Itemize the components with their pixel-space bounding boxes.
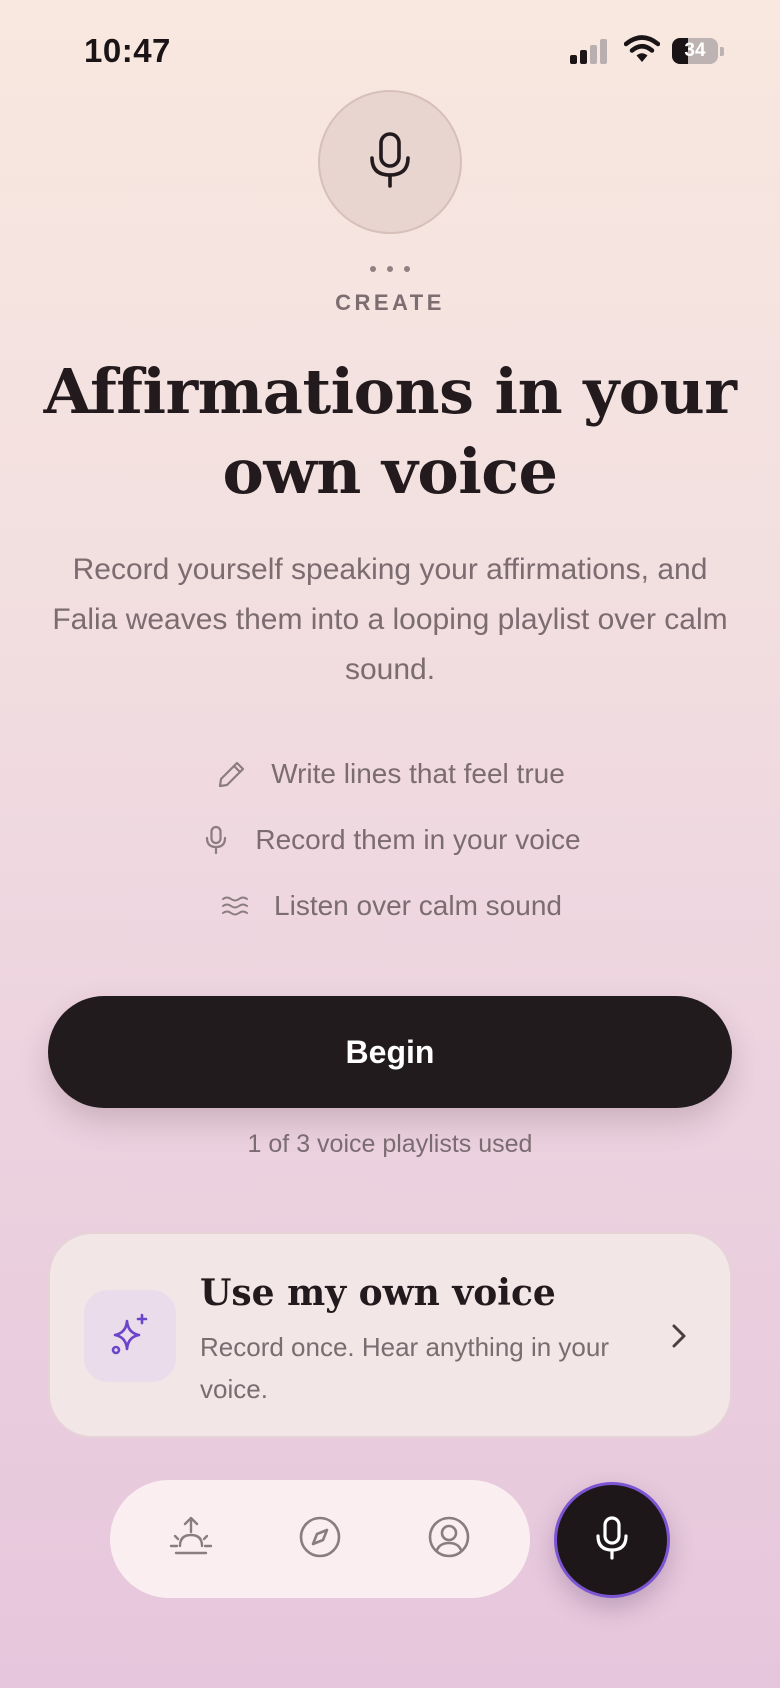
- compass-icon: [297, 1514, 343, 1565]
- feature-item-record: Record them in your voice: [0, 818, 780, 862]
- status-bar: 10:47 34: [0, 0, 780, 100]
- cellular-signal-icon: [570, 38, 610, 64]
- card-title: Use my own voice: [200, 1272, 556, 1314]
- status-time: 10:47: [84, 32, 171, 69]
- loading-dots: [370, 266, 410, 274]
- feature-item-write: Write lines that feel true: [0, 752, 780, 796]
- sparkles-badge: [84, 1290, 176, 1382]
- feature-label: Record them in your voice: [255, 824, 581, 855]
- battery-level: 34: [684, 40, 706, 61]
- card-subtitle: Record once. Hear anything in your voice…: [200, 1332, 610, 1404]
- microphone-icon: [594, 1515, 630, 1566]
- feature-item-listen: Listen over calm sound: [0, 884, 780, 928]
- chevron-right-icon: [664, 1316, 694, 1356]
- feature-label: Write lines that feel true: [271, 758, 565, 789]
- section-eyebrow: CREATE: [335, 290, 445, 315]
- microphone-icon: [366, 131, 414, 194]
- tab-home[interactable]: [162, 1510, 220, 1568]
- begin-button[interactable]: Begin: [48, 996, 732, 1108]
- bottom-tab-bar: [110, 1480, 530, 1598]
- feature-label: Listen over calm sound: [274, 890, 562, 921]
- microphone-icon: [199, 823, 233, 857]
- battery-icon: 34: [672, 38, 724, 64]
- profile-icon: [426, 1514, 472, 1565]
- page-title: Affirmations in your own voice: [43, 355, 737, 508]
- use-my-voice-card[interactable]: Use my own voice Record once. Hear anyth…: [48, 1232, 732, 1438]
- sparkles-icon: [107, 1311, 153, 1362]
- hero-microphone-badge: [318, 90, 462, 234]
- usage-note: 1 of 3 voice playlists used: [247, 1130, 533, 1158]
- page-description: Record yourself speaking your affirmatio…: [52, 553, 728, 686]
- wifi-icon: [623, 34, 661, 64]
- tab-explore[interactable]: [291, 1510, 349, 1568]
- waves-icon: [218, 889, 252, 923]
- record-button[interactable]: [554, 1482, 670, 1598]
- tab-profile[interactable]: [420, 1510, 478, 1568]
- sunrise-icon: [168, 1514, 214, 1565]
- pencil-icon: [215, 757, 249, 791]
